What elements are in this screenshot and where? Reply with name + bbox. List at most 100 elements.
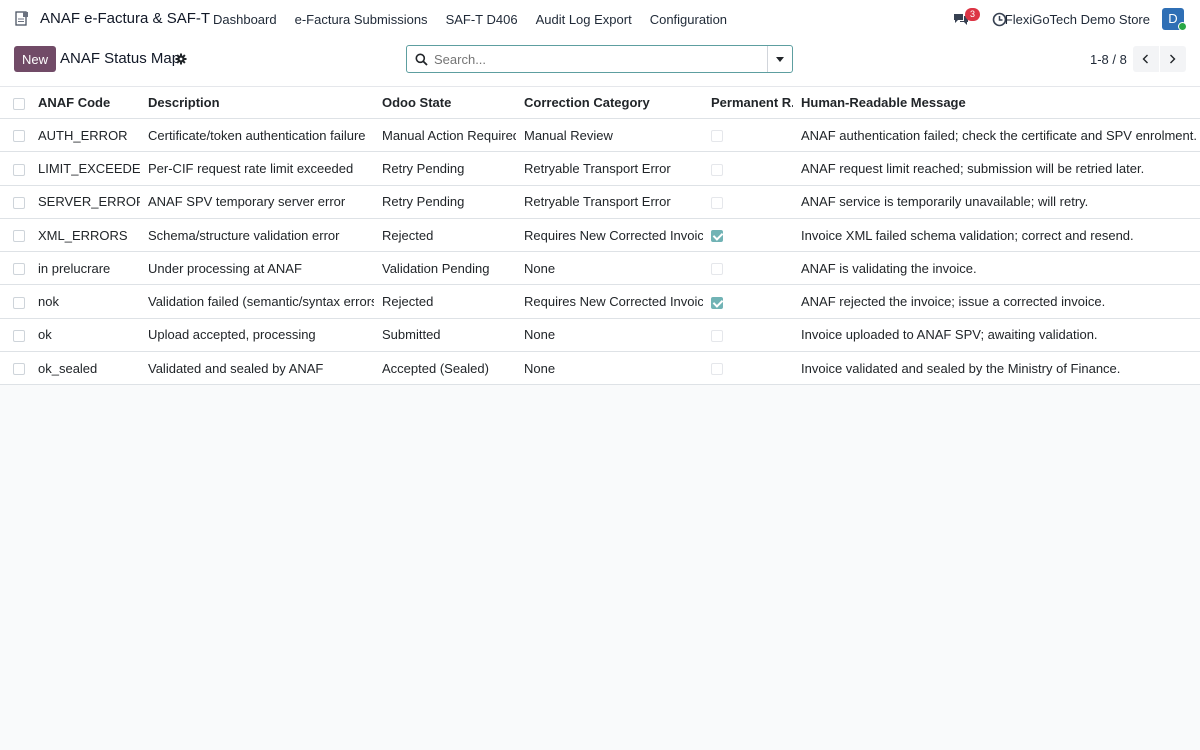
cell-correction-category: None — [516, 318, 703, 353]
online-status-dot — [1178, 22, 1187, 31]
cell-correction-category: Retryable Transport Error — [516, 151, 703, 186]
header-description[interactable]: Description — [140, 86, 374, 119]
cell-anaf-code: AUTH_ERROR — [30, 118, 140, 153]
cell-anaf-code: SERVER_ERROR — [30, 185, 140, 219]
table-row[interactable]: XML_ERRORS Schema/structure validation e… — [0, 218, 1200, 253]
cell-odoo-state: Retry Pending — [374, 151, 516, 186]
cell-odoo-state: Rejected — [374, 284, 516, 319]
table-header-row: ANAF Code Description Odoo State Correct… — [0, 86, 1200, 119]
app-title[interactable]: ANAF e-Factura & SAF-T — [40, 10, 210, 27]
header-anaf-code[interactable]: ANAF Code — [30, 86, 140, 119]
cell-permanent — [703, 251, 793, 286]
cell-anaf-code: ok — [30, 318, 140, 353]
page-title[interactable]: ANAF Status Map — [60, 50, 180, 67]
header-correction-category[interactable]: Correction Category — [516, 86, 703, 119]
cell-description: Under processing at ANAF — [140, 251, 374, 286]
cell-message: ANAF request limit reached; submission w… — [793, 151, 1200, 186]
row-select-checkbox[interactable] — [13, 196, 25, 209]
menu-efactura-submissions[interactable]: e-Factura Submissions — [295, 12, 428, 27]
cell-description: Per-CIF request rate limit exceeded — [140, 151, 374, 186]
cell-permanent — [703, 351, 793, 386]
cell-description: Validation failed (semantic/syntax error… — [140, 284, 374, 319]
status-map-list: ANAF Code Description Odoo State Correct… — [0, 86, 1200, 386]
cell-anaf-code: in prelucrare — [30, 251, 140, 286]
search-input[interactable] — [434, 49, 764, 69]
cell-odoo-state: Retry Pending — [374, 185, 516, 219]
cell-description: ANAF SPV temporary server error — [140, 185, 374, 219]
permanent-checkbox — [711, 329, 723, 342]
messages-badge: 3 — [965, 8, 980, 21]
app-menu-icon[interactable] — [15, 11, 29, 27]
cell-description: Certificate/token authentication failure — [140, 118, 374, 153]
cell-odoo-state: Manual Action Required — [374, 118, 516, 153]
cell-permanent — [703, 218, 793, 253]
cell-anaf-code: XML_ERRORS — [30, 218, 140, 253]
search-options-toggle[interactable] — [767, 46, 792, 72]
search-bar — [406, 45, 793, 73]
select-all-checkbox[interactable] — [13, 97, 25, 110]
menu-dashboard[interactable]: Dashboard — [213, 12, 277, 27]
cell-message: Invoice XML failed schema validation; co… — [793, 218, 1200, 253]
cell-correction-category: Manual Review — [516, 118, 703, 153]
cell-description: Schema/structure validation error — [140, 218, 374, 253]
row-select-checkbox[interactable] — [13, 263, 25, 276]
new-button[interactable]: New — [14, 46, 56, 72]
permanent-checkbox — [711, 296, 723, 309]
cell-message: ANAF authentication failed; check the ce… — [793, 118, 1200, 153]
cell-anaf-code: ok_sealed — [30, 351, 140, 386]
row-select-checkbox[interactable] — [13, 329, 25, 342]
cell-correction-category: Retryable Transport Error — [516, 185, 703, 219]
cell-odoo-state: Submitted — [374, 318, 516, 353]
cell-description: Validated and sealed by ANAF — [140, 351, 374, 386]
row-select-checkbox[interactable] — [13, 163, 25, 176]
cell-message: ANAF service is temporarily unavailable;… — [793, 185, 1200, 219]
cell-anaf-code: LIMIT_EXCEEDED — [30, 151, 140, 186]
table-row[interactable]: ok_sealed Validated and sealed by ANAF A… — [0, 351, 1200, 386]
table-row[interactable]: LIMIT_EXCEEDED Per-CIF request rate limi… — [0, 151, 1200, 186]
permanent-checkbox — [711, 196, 723, 209]
control-panel: New ANAF Status Map 1-8 / 8 — [0, 38, 1200, 86]
cell-correction-category: Requires New Corrected Invoice — [516, 284, 703, 319]
cell-permanent — [703, 151, 793, 186]
row-select-checkbox[interactable] — [13, 130, 25, 143]
cell-message: Invoice validated and sealed by the Mini… — [793, 351, 1200, 386]
pager-next-button[interactable] — [1160, 46, 1186, 72]
table-row[interactable]: nok Validation failed (semantic/syntax e… — [0, 284, 1200, 319]
row-select-checkbox[interactable] — [13, 296, 25, 309]
cell-permanent — [703, 318, 793, 353]
cell-permanent — [703, 118, 793, 153]
permanent-checkbox — [711, 130, 723, 143]
table-row[interactable]: SERVER_ERROR ANAF SPV temporary server e… — [0, 185, 1200, 219]
cell-correction-category: None — [516, 351, 703, 386]
permanent-checkbox — [711, 230, 723, 243]
menu-audit-log-export[interactable]: Audit Log Export — [536, 12, 632, 27]
cell-odoo-state: Accepted (Sealed) — [374, 351, 516, 386]
top-navbar: ANAF e-Factura & SAF-T Dashboard e-Factu… — [0, 0, 1200, 38]
permanent-checkbox — [711, 363, 723, 376]
cell-odoo-state: Rejected — [374, 218, 516, 253]
gear-icon[interactable] — [175, 53, 187, 65]
pager-value[interactable]: 1-8 / 8 — [1090, 52, 1127, 67]
company-switcher[interactable]: FlexiGoTech Demo Store — [1005, 12, 1150, 27]
cell-message: ANAF is validating the invoice. — [793, 251, 1200, 286]
menu-saft-d406[interactable]: SAF-T D406 — [446, 12, 518, 27]
pager-previous-button[interactable] — [1133, 46, 1159, 72]
permanent-checkbox — [711, 263, 723, 276]
select-all-cell[interactable] — [0, 86, 30, 119]
header-permanent[interactable]: Permanent R... — [703, 86, 793, 119]
header-odoo-state[interactable]: Odoo State — [374, 86, 516, 119]
row-select-checkbox[interactable] — [13, 230, 25, 243]
cell-anaf-code: nok — [30, 284, 140, 319]
table-row[interactable]: ok Upload accepted, processing Submitted… — [0, 318, 1200, 353]
menu-configuration[interactable]: Configuration — [650, 12, 727, 27]
cell-message: ANAF rejected the invoice; issue a corre… — [793, 284, 1200, 319]
permanent-checkbox — [711, 163, 723, 176]
table-row[interactable]: in prelucrare Under processing at ANAF V… — [0, 251, 1200, 286]
chevron-left-icon — [1142, 54, 1148, 64]
list-empty-area — [0, 385, 1200, 750]
main-menu: Dashboard e-Factura Submissions SAF-T D4… — [213, 12, 727, 27]
cell-permanent — [703, 185, 793, 219]
row-select-checkbox[interactable] — [13, 363, 25, 376]
header-message[interactable]: Human-Readable Message — [793, 86, 1200, 119]
table-row[interactable]: AUTH_ERROR Certificate/token authenticat… — [0, 118, 1200, 153]
